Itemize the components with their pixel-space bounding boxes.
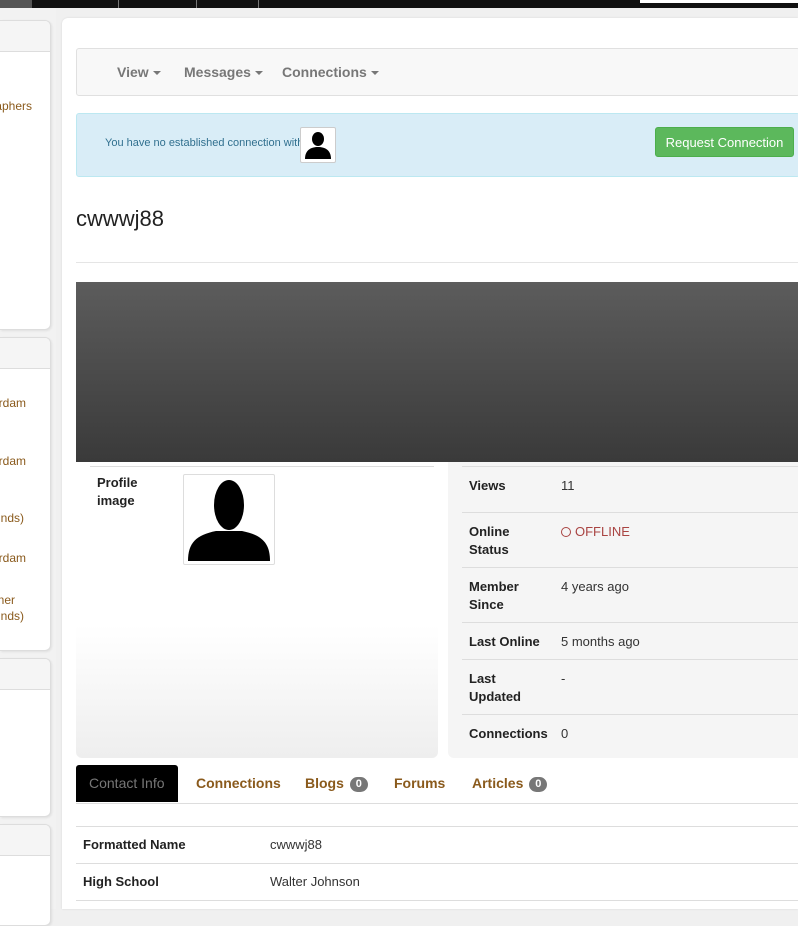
person-silhouette-icon [305,132,331,159]
top-bar-divider [118,0,119,8]
nav-view-dropdown[interactable]: View [117,64,161,80]
contact-label: Formatted Name [83,837,186,852]
status-text: OFFLINE [575,524,630,539]
stat-label: Last Online [469,634,540,649]
nav-messages-dropdown[interactable]: Messages [184,64,263,80]
stat-label: Connections [469,726,548,741]
nav-connections-dropdown[interactable]: Connections [282,64,379,80]
stat-row-last-updated: Last Updated - [462,659,798,715]
stat-value: 5 months ago [561,634,640,649]
sidebar-link[interactable]: nds) [1,511,24,525]
profile-tabs: Contact Info Connections Blogs 0 Forums … [76,765,798,804]
stat-row-last-online: Last Online 5 months ago [462,622,798,660]
connection-alert: You have no established connection with … [76,113,798,177]
sidebar-link[interactable]: rdam [0,396,26,410]
stat-label: Online Status [469,524,510,557]
stat-label: Last Updated [469,671,521,704]
caret-down-icon [152,71,161,76]
sidebar-link[interactable]: aphers [0,99,32,113]
profile-username: cwwwj88 [76,206,165,231]
sidebar-panel-header [0,659,50,690]
top-bar-divider [196,0,197,8]
request-connection-button[interactable]: Request Connection [655,127,794,157]
left-sidebar: aphers rdam rdam nds) rdam ner nds) [0,8,56,926]
divider [76,262,798,263]
alert-text: You have no established connection with [105,137,304,149]
sidebar-panel [0,824,51,926]
nav-connections-label: Connections [282,64,367,80]
sidebar-panel [0,658,51,817]
profile-navbar: View Messages Connections [76,48,798,96]
sidebar-link[interactable]: ner [0,593,15,607]
stat-value: 4 years ago [561,579,629,594]
browser-top-bar [0,0,798,8]
stat-label: Member Since [469,579,519,612]
profile-main-panel: View Messages Connections You have no es… [62,18,798,909]
sidebar-link[interactable]: rdam [0,551,26,565]
stat-label: Views [469,478,506,493]
tab-forums[interactable]: Forums [394,765,445,802]
top-bar-divider [258,0,259,8]
contact-row-formatted-name: Formatted Name cwwwj88 [76,826,798,863]
caret-down-icon [254,71,263,76]
sidebar-panel-header [0,21,50,52]
sidebar-link[interactable]: nds) [1,609,24,623]
profile-image[interactable] [183,474,275,565]
sidebar-panel: rdam rdam nds) rdam ner nds) [0,337,51,651]
profile-stats-panel: Views 11 Online Status OFFLINE Member Si… [448,462,798,758]
sidebar-panel-header [0,338,50,369]
stat-row-connections: Connections 0 [462,714,798,759]
contact-row-high-school: High School Walter Johnson [76,863,798,901]
stat-row-member-since: Member Since 4 years ago [462,567,798,623]
stat-row-views: Views 11 [462,466,798,513]
profile-image-label: Profile image [97,475,138,508]
blogs-count-badge: 0 [349,777,368,792]
contact-label: High School [83,874,159,889]
tab-connections[interactable]: Connections [196,765,281,802]
contact-value: Walter Johnson [270,874,360,889]
stat-value: - [561,671,566,686]
contact-value: cwwwj88 [270,837,323,852]
divider [90,466,434,467]
articles-count-badge: 0 [529,777,548,792]
top-bar-highlight [640,0,798,3]
tab-articles[interactable]: Articles 0 [472,765,548,802]
sidebar-panel: aphers [0,20,51,330]
top-bar-thumbnail [0,0,32,8]
caret-down-icon [370,71,379,76]
person-silhouette-icon [188,480,270,561]
sidebar-panel-header [0,825,50,856]
stat-value: 0 [561,726,569,741]
alert-avatar[interactable] [300,127,336,163]
circle-outline-icon [561,527,571,537]
tab-articles-label: Articles [472,775,524,791]
tab-blogs-label: Blogs [305,775,344,791]
tab-contact-info[interactable]: Contact Info [76,765,178,802]
stat-row-online-status: Online Status OFFLINE [462,512,798,568]
profile-cover-banner [76,282,798,462]
status-badge: OFFLINE [561,523,630,541]
tab-blogs[interactable]: Blogs 0 [305,765,368,802]
sidebar-link[interactable]: rdam [0,454,26,468]
nav-messages-label: Messages [184,64,251,80]
nav-view-label: View [117,64,149,80]
profile-image-panel: Profile image [76,462,438,758]
stat-value: 11 [561,478,575,493]
